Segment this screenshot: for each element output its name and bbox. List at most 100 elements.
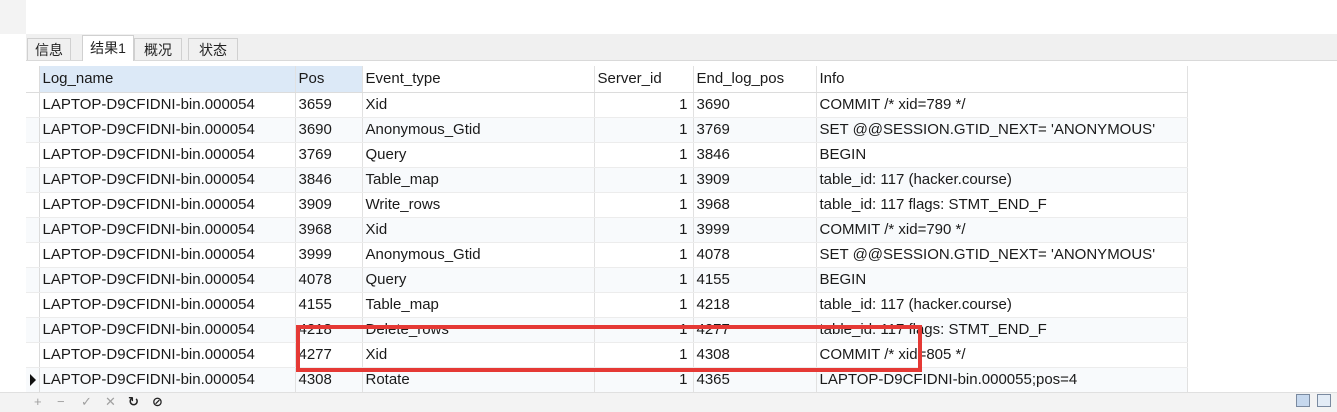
cell-info[interactable]: SET @@SESSION.GTID_NEXT= 'ANONYMOUS' — [816, 242, 1188, 268]
cell-log-name[interactable]: LAPTOP-D9CFIDNI-bin.000054 — [39, 167, 296, 193]
row-header[interactable] — [26, 292, 40, 318]
cell-log-name[interactable]: LAPTOP-D9CFIDNI-bin.000054 — [39, 292, 296, 318]
column-header-info[interactable]: Info — [816, 66, 1188, 93]
table-row[interactable]: LAPTOP-D9CFIDNI-bin.000054 4155 Table_map 1… — [26, 292, 1188, 318]
cell-server-id[interactable]: 1 — [594, 167, 694, 193]
cell-info[interactable]: COMMIT /* xid=790 */ — [816, 217, 1188, 243]
table-row[interactable]: LAPTOP-D9CFIDNI-bin.000054 3909 Write_rows… — [26, 192, 1188, 218]
row-header[interactable] — [26, 167, 40, 193]
row-header-corner — [26, 66, 40, 93]
table-row[interactable]: LAPTOP-D9CFIDNI-bin.000054 3846 Table_map 1… — [26, 167, 1188, 193]
row-header[interactable] — [26, 217, 40, 243]
cell-server-id[interactable]: 1 — [594, 242, 694, 268]
cell-log-name[interactable]: LAPTOP-D9CFIDNI-bin.000054 — [39, 192, 296, 218]
cell-info[interactable]: BEGIN — [816, 267, 1188, 293]
row-header[interactable] — [26, 92, 40, 118]
cell-info[interactable]: BEGIN — [816, 142, 1188, 168]
form-view-icon[interactable] — [1317, 394, 1331, 407]
cell-server-id[interactable]: 1 — [594, 192, 694, 218]
cell-server-id[interactable]: 1 — [594, 217, 694, 243]
cell-log-name[interactable]: LAPTOP-D9CFIDNI-bin.000054 — [39, 142, 296, 168]
highlight-box — [296, 325, 922, 372]
cell-log-name[interactable]: LAPTOP-D9CFIDNI-bin.000054 — [39, 317, 296, 343]
cell-log-name[interactable]: LAPTOP-D9CFIDNI-bin.000054 — [39, 242, 296, 268]
tab-result1[interactable]: 结果1 — [82, 35, 134, 61]
column-header-event-type[interactable]: Event_type — [362, 66, 595, 93]
row-header[interactable] — [26, 117, 40, 143]
cell-log-name[interactable]: LAPTOP-D9CFIDNI-bin.000054 — [39, 342, 296, 368]
cell-pos[interactable]: 3909 — [295, 192, 363, 218]
cell-pos[interactable]: 3659 — [295, 92, 363, 118]
tab-overview[interactable]: 概况 — [134, 38, 182, 60]
cell-event-type[interactable]: Query — [362, 142, 595, 168]
cell-pos[interactable]: 4078 — [295, 267, 363, 293]
cell-event-type[interactable]: Xid — [362, 92, 595, 118]
cell-server-id[interactable]: 1 — [594, 267, 694, 293]
table-row[interactable]: LAPTOP-D9CFIDNI-bin.000054 3690 Anonymous_… — [26, 117, 1188, 143]
cell-server-id[interactable]: 1 — [594, 142, 694, 168]
cell-end-log-pos[interactable]: 3909 — [693, 167, 817, 193]
cell-info[interactable]: SET @@SESSION.GTID_NEXT= 'ANONYMOUS' — [816, 117, 1188, 143]
refresh-icon[interactable]: ↻ — [128, 394, 139, 410]
stop-icon[interactable]: ⊘ — [152, 394, 163, 410]
grid-view-icon[interactable] — [1295, 394, 1310, 407]
cell-pos[interactable]: 3769 — [295, 142, 363, 168]
cell-event-type[interactable]: Table_map — [362, 167, 595, 193]
cell-pos[interactable]: 3968 — [295, 217, 363, 243]
table-row[interactable]: LAPTOP-D9CFIDNI-bin.000054 3999 Anonymous_… — [26, 242, 1188, 268]
top-area — [0, 0, 1337, 34]
row-header[interactable] — [26, 367, 40, 393]
cell-end-log-pos[interactable]: 4155 — [693, 267, 817, 293]
row-header[interactable] — [26, 267, 40, 293]
cell-event-type[interactable]: Table_map — [362, 292, 595, 318]
cell-event-type[interactable]: Write_rows — [362, 192, 595, 218]
cell-pos[interactable]: 4155 — [295, 292, 363, 318]
cell-pos[interactable]: 3999 — [295, 242, 363, 268]
row-header[interactable] — [26, 317, 40, 343]
cell-log-name[interactable]: LAPTOP-D9CFIDNI-bin.000054 — [39, 267, 296, 293]
apply-icon[interactable]: ✓ — [81, 394, 92, 410]
cell-event-type[interactable]: Xid — [362, 217, 595, 243]
cell-end-log-pos[interactable]: 4078 — [693, 242, 817, 268]
cell-info[interactable]: COMMIT /* xid=789 */ — [816, 92, 1188, 118]
row-header[interactable] — [26, 142, 40, 168]
cell-log-name[interactable]: LAPTOP-D9CFIDNI-bin.000054 — [39, 367, 296, 393]
cell-pos[interactable]: 3690 — [295, 117, 363, 143]
cell-end-log-pos[interactable]: 3690 — [693, 92, 817, 118]
table-row[interactable]: LAPTOP-D9CFIDNI-bin.000054 3659 Xid 1 3690 CO… — [26, 92, 1188, 118]
add-row-icon[interactable]: + — [34, 394, 42, 410]
cell-info[interactable]: table_id: 117 flags: STMT_END_F — [816, 192, 1188, 218]
discard-icon[interactable]: ✕ — [105, 394, 116, 410]
column-header-log-name[interactable]: Log_name — [39, 66, 296, 93]
cell-pos[interactable]: 3846 — [295, 167, 363, 193]
row-header[interactable] — [26, 192, 40, 218]
cell-log-name[interactable]: LAPTOP-D9CFIDNI-bin.000054 — [39, 92, 296, 118]
row-header[interactable] — [26, 342, 40, 368]
tab-status[interactable]: 状态 — [188, 38, 238, 60]
cell-end-log-pos[interactable]: 4218 — [693, 292, 817, 318]
cell-info[interactable]: table_id: 117 (hacker.course) — [816, 167, 1188, 193]
cell-server-id[interactable]: 1 — [594, 92, 694, 118]
cell-end-log-pos[interactable]: 3769 — [693, 117, 817, 143]
table-row[interactable]: LAPTOP-D9CFIDNI-bin.000054 3769 Query 1 3846… — [26, 142, 1188, 168]
cell-log-name[interactable]: LAPTOP-D9CFIDNI-bin.000054 — [39, 217, 296, 243]
cell-event-type[interactable]: Anonymous_Gtid — [362, 117, 595, 143]
cell-end-log-pos[interactable]: 3846 — [693, 142, 817, 168]
row-header[interactable] — [26, 242, 40, 268]
cell-info[interactable]: table_id: 117 (hacker.course) — [816, 292, 1188, 318]
cell-event-type[interactable]: Query — [362, 267, 595, 293]
column-header-end-log-pos[interactable]: End_log_pos — [693, 66, 817, 93]
cell-server-id[interactable]: 1 — [594, 117, 694, 143]
table-row[interactable]: LAPTOP-D9CFIDNI-bin.000054 4078 Query 1 4155… — [26, 267, 1188, 293]
column-header-server-id[interactable]: Server_id — [594, 66, 694, 93]
table-row[interactable]: LAPTOP-D9CFIDNI-bin.000054 3968 Xid 1 3999 CO… — [26, 217, 1188, 243]
tab-info[interactable]: 信息 — [27, 38, 71, 60]
cell-end-log-pos[interactable]: 3999 — [693, 217, 817, 243]
grid-toolbar: + − ✓ ✕ ↻ ⊘ — [0, 392, 1337, 412]
column-header-pos[interactable]: Pos — [295, 66, 363, 93]
cell-server-id[interactable]: 1 — [594, 292, 694, 318]
cell-event-type[interactable]: Anonymous_Gtid — [362, 242, 595, 268]
cell-end-log-pos[interactable]: 3968 — [693, 192, 817, 218]
cell-log-name[interactable]: LAPTOP-D9CFIDNI-bin.000054 — [39, 117, 296, 143]
delete-row-icon[interactable]: − — [57, 394, 65, 410]
